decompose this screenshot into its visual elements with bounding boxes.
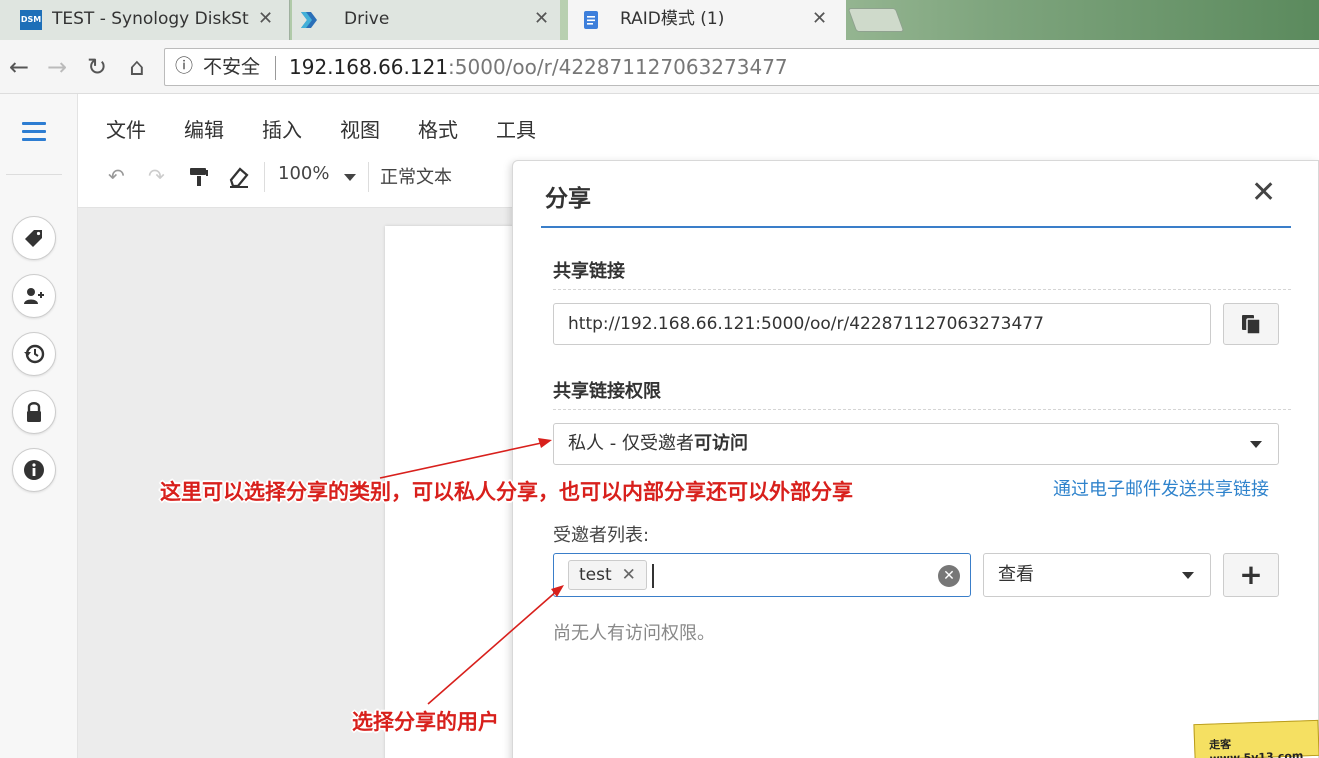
- editor-menubar: 文件 编辑 插入 视图 格式 工具: [78, 94, 1319, 154]
- section-divider: [553, 289, 1291, 290]
- clear-input-icon[interactable]: ✕: [938, 565, 960, 587]
- lock-icon[interactable]: [12, 390, 56, 434]
- browser-toolbar: ← → ↻ ⌂ ⓘ 不安全 192.168.66.121:5000/oo/r/4…: [0, 40, 1319, 94]
- tab-title: RAID模式 (1): [620, 9, 725, 29]
- add-invitee-button[interactable]: +: [1223, 553, 1279, 597]
- link-permission-heading: 共享链接权限: [553, 381, 661, 402]
- share-dialog: 分享 ✕ 共享链接 http://192.168.66.121:5000/oo/…: [512, 160, 1319, 758]
- section-divider: [553, 409, 1291, 410]
- chevron-down-icon: [1250, 441, 1262, 448]
- redo-icon[interactable]: ↷: [148, 164, 165, 188]
- info-icon[interactable]: ⓘ: [175, 49, 193, 85]
- menu-edit[interactable]: 编辑: [184, 114, 224, 143]
- text-cursor: [652, 564, 654, 588]
- tab-title: Drive: [344, 9, 390, 29]
- chevron-down-icon[interactable]: [344, 174, 356, 181]
- no-access-message: 尚无人有访问权限。: [553, 623, 715, 644]
- zoom-select[interactable]: 100%: [278, 163, 329, 184]
- hamburger-menu-icon[interactable]: [22, 122, 46, 142]
- share-link-heading: 共享链接: [553, 261, 625, 282]
- drive-favicon-icon: [301, 12, 317, 28]
- tab-synology[interactable]: TEST - Synology DiskSt ✕: [0, 0, 290, 40]
- url-path: :5000/oo/r/422871127063273477: [448, 55, 788, 79]
- eraser-icon[interactable]: [228, 166, 250, 188]
- invitee-chip[interactable]: test ✕: [568, 560, 647, 590]
- new-tab-button[interactable]: [847, 8, 905, 32]
- menu-insert[interactable]: 插入: [262, 114, 302, 143]
- annotation-share-type: 这里可以选择分享的类别，可以私人分享，也可以内部分享还可以外部分享: [160, 479, 853, 504]
- paint-format-icon[interactable]: [188, 166, 210, 188]
- menu-format[interactable]: 格式: [418, 114, 458, 143]
- toolbar-divider: [368, 162, 369, 192]
- menu-view[interactable]: 视图: [340, 114, 380, 143]
- reload-icon[interactable]: ↻: [82, 52, 112, 82]
- tab-title: TEST - Synology DiskSt: [52, 9, 249, 29]
- back-arrow-icon[interactable]: ←: [4, 52, 34, 82]
- address-bar[interactable]: ⓘ 不安全 192.168.66.121:5000/oo/r/422871127…: [164, 48, 1319, 86]
- site-watermark-logo: 走客 www.5v13.com: [1193, 719, 1319, 758]
- annotation-share-user: 选择分享的用户: [352, 709, 499, 734]
- remove-chip-icon[interactable]: ✕: [622, 565, 636, 585]
- sidebar-divider: [6, 174, 62, 175]
- tag-icon[interactable]: [12, 216, 56, 260]
- close-icon[interactable]: ✕: [534, 0, 549, 38]
- add-user-icon[interactable]: [12, 274, 56, 318]
- permission-value-strong: 可访问: [693, 433, 748, 454]
- tab-raid-doc[interactable]: RAID模式 (1) ✕: [568, 0, 846, 40]
- insecure-label: 不安全: [203, 56, 261, 78]
- role-select[interactable]: 查看: [983, 553, 1211, 597]
- info-circle-icon[interactable]: [12, 448, 56, 492]
- menu-tools[interactable]: 工具: [496, 114, 536, 143]
- forward-arrow-icon[interactable]: →: [42, 52, 72, 82]
- dsm-favicon-icon: DSM: [20, 10, 42, 30]
- role-value: 查看: [998, 564, 1034, 585]
- share-link-field[interactable]: http://192.168.66.121:5000/oo/r/42287112…: [553, 303, 1211, 345]
- permission-value: 私人 - 仅受邀者: [568, 433, 694, 454]
- close-icon[interactable]: ✕: [1251, 175, 1276, 211]
- link-permission-select[interactable]: 私人 - 仅受邀者可访问: [553, 423, 1279, 465]
- history-icon[interactable]: [12, 332, 56, 376]
- chevron-down-icon: [1182, 572, 1194, 579]
- invitee-list-label: 受邀者列表:: [553, 525, 650, 546]
- document-favicon-icon: [584, 11, 598, 29]
- email-share-link[interactable]: 通过电子邮件发送共享链接: [1053, 475, 1269, 501]
- url-host: 192.168.66.121: [289, 55, 449, 79]
- url-text: 192.168.66.121:5000/oo/r/422871127063273…: [289, 49, 788, 85]
- undo-icon[interactable]: ↶: [108, 164, 125, 188]
- invitee-input[interactable]: test ✕ ✕: [553, 553, 971, 597]
- close-icon[interactable]: ✕: [258, 0, 273, 38]
- title-divider: [541, 226, 1291, 228]
- browser-tab-strip: TEST - Synology DiskSt ✕ DSM Drive ✕ RAI…: [0, 0, 1319, 40]
- close-icon[interactable]: ✕: [812, 0, 827, 38]
- omnibox-divider: [275, 56, 276, 80]
- dialog-title: 分享: [545, 186, 591, 212]
- menu-file[interactable]: 文件: [106, 114, 146, 143]
- home-icon[interactable]: ⌂: [122, 52, 152, 82]
- copy-link-button[interactable]: [1223, 303, 1279, 345]
- copy-icon: [1242, 315, 1261, 335]
- toolbar-divider: [264, 162, 265, 192]
- invitee-chip-label: test: [579, 565, 612, 585]
- paragraph-style-select[interactable]: 正常文本: [380, 163, 452, 189]
- editor-sidebar: [0, 94, 78, 758]
- tab-drive[interactable]: Drive ✕: [292, 0, 560, 40]
